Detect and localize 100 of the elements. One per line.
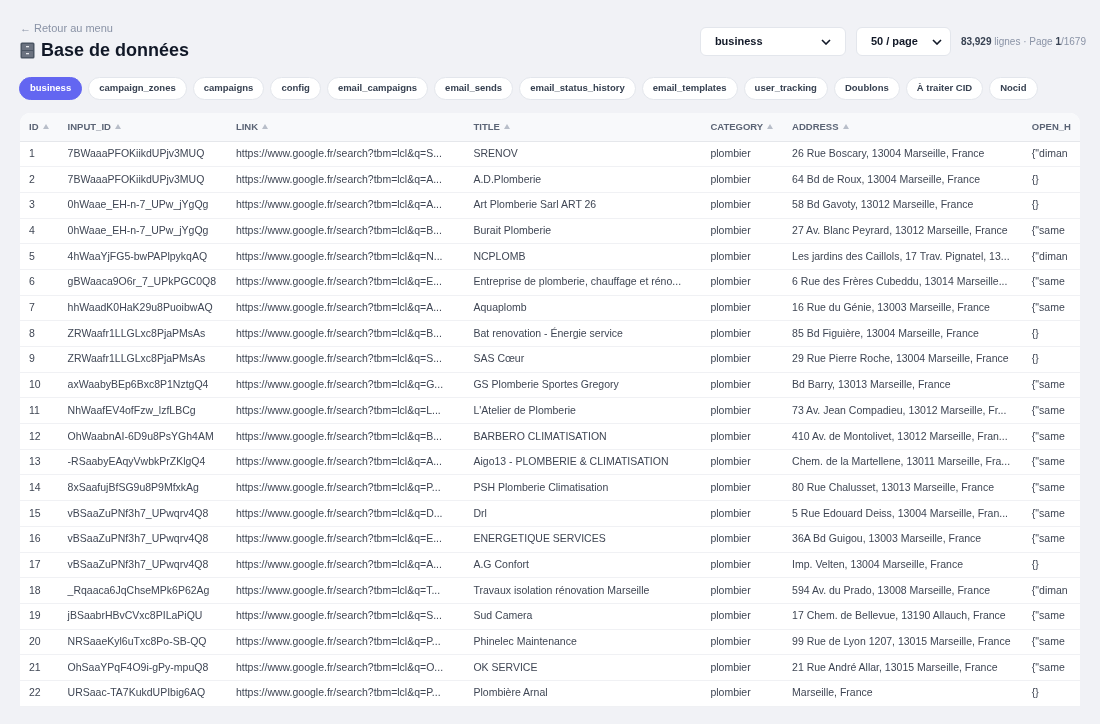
- table-cell: {"same: [1031, 403, 1065, 416]
- sort-icon: [503, 124, 510, 130]
- table-cell: https://www.google.fr/search?tbm=lcl&q=B...: [235, 429, 442, 442]
- table-cell: Phinelec Maintenance: [473, 635, 577, 648]
- table-cell: https://www.google.fr/search?tbm=lcl&q=N...: [235, 249, 443, 262]
- table-cell: https://www.google.fr/search?tbm=lcl&q=O...: [235, 660, 444, 673]
- table-cell: _Rqaaca6JqChseMPk6P62Ag: [67, 583, 210, 596]
- table-cell: plombier: [710, 429, 751, 442]
- table-cell: Art Plomberie Sarl ART 26: [473, 198, 597, 211]
- page-size-select[interactable]: 50 / page: [855, 27, 951, 56]
- table-cell: 64 Bd de Roux, 13004 Marseille, France: [792, 172, 980, 185]
- table-cell: 410 Av. de Montolivet, 13012 Marseille, Fran...: [792, 429, 1008, 442]
- table-cell: https://www.google.fr/search?tbm=lcl&q=E...: [235, 275, 442, 288]
- table-cell: {"same: [1031, 455, 1065, 468]
- table-cell: Bd Barry, 13013 Marseille, France: [792, 378, 951, 391]
- table-cell: https://www.google.fr/search?tbm=lcl&q=S...: [235, 352, 442, 365]
- table-cell: plombier: [710, 301, 751, 314]
- table-cell: plombier: [710, 506, 751, 519]
- table-cell: ZRWaafr1LLGLxc8PjaPMsAs: [67, 326, 206, 339]
- table-tab[interactable]: À traiter CID: [905, 77, 984, 100]
- sort-icon: [114, 124, 121, 130]
- table-cell: {"same: [1031, 480, 1065, 493]
- table-cell: https://www.google.fr/search?tbm=lcl&q=S...: [235, 146, 442, 159]
- table-cell: 99 Rue de Lyon 1207, 13015 Marseille, France: [792, 635, 1011, 648]
- table-cell: 16 Rue du Génie, 13003 Marseille, France: [792, 301, 990, 314]
- table-cell: 16: [29, 532, 41, 545]
- table-cell: https://www.google.fr/search?tbm=lcl&q=A...: [235, 557, 442, 570]
- column-header[interactable]: ADDRESS: [792, 119, 839, 134]
- table-cell: 18: [29, 583, 41, 596]
- sort-icon: [767, 124, 774, 130]
- table-select[interactable]: business: [699, 27, 846, 56]
- table-tab[interactable]: config: [270, 77, 321, 100]
- table-cell: {"same: [1031, 506, 1065, 519]
- table-cell: 80 Rue Chalusset, 13013 Marseille, France: [792, 480, 994, 493]
- record-summary: 83,929 lignes · Page 1/1679: [960, 35, 1086, 49]
- table-cell: 5 Rue Edouard Deiss, 13004 Marseille, Fran...: [792, 506, 1008, 519]
- column-header[interactable]: CATEGORY: [710, 119, 764, 134]
- table-cell: 6 Rue des Frères Cubeddu, 13014 Marseille...: [792, 275, 1008, 288]
- table-cell: ZRWaafr1LLGLxc8PjaPMsAs: [67, 352, 206, 365]
- table-cell: 17: [29, 557, 41, 570]
- table-cell: 12: [29, 429, 41, 442]
- table-tab[interactable]: email_campaigns: [326, 77, 429, 100]
- table-tab[interactable]: email_sends: [434, 77, 514, 100]
- table-cell: plombier: [710, 275, 751, 288]
- table-cell: vBSaaZuPNf3h7_UPwqrv4Q8: [67, 532, 209, 545]
- table-tab[interactable]: campaigns: [192, 77, 265, 100]
- table-cell: Bat renovation - Énergie service: [473, 326, 623, 339]
- table-cell: {}: [1031, 686, 1039, 699]
- table-cell: {}: [1031, 326, 1039, 339]
- table-cell: 0hWaae_EH-n-7_UPw_jYgQg: [67, 224, 209, 237]
- table-cell: SRENOV: [473, 146, 518, 159]
- table-cell: GS Plomberie Sportes Gregory: [473, 378, 619, 391]
- table-tab[interactable]: email_templates: [641, 77, 738, 100]
- table-cell: 27 Av. Blanc Peyrard, 13012 Marseille, France: [792, 224, 1008, 237]
- table-tab[interactable]: campaign_zones: [88, 77, 187, 100]
- table-cell: plombier: [710, 455, 751, 468]
- table-cell: plombier: [710, 403, 751, 416]
- table-cell: {"diman: [1031, 583, 1068, 596]
- table-cell: 8xSaafujBfSG9u8P9MfxkAg: [67, 480, 199, 493]
- column-header[interactable]: INPUT_ID: [67, 119, 111, 134]
- chevron-down-icon: [820, 38, 831, 45]
- table-cell: A.G Confort: [473, 557, 529, 570]
- table-cell: 21: [29, 660, 41, 673]
- table-cell: https://www.google.fr/search?tbm=lcl&q=P...: [235, 480, 441, 493]
- table-cell: plombier: [710, 198, 751, 211]
- table-cell: 5: [29, 249, 35, 262]
- table-cell: {}: [1031, 172, 1039, 185]
- table-cell: jBSaabrHBvCVxc8PILaPiQU: [67, 609, 203, 622]
- table-cell: L'Atelier de Plomberie: [473, 403, 576, 416]
- table-cell: https://www.google.fr/search?tbm=lcl&q=T...: [235, 583, 441, 596]
- sort-icon: [42, 124, 49, 130]
- table-cell: NRSaaeKyl6uTxc8Po-SB-QQ: [67, 635, 207, 648]
- column-header[interactable]: TITLE: [473, 119, 500, 134]
- table-cell: Aigo13 - PLOMBERIE & CLIMATISATION: [473, 455, 669, 468]
- table-cell: plombier: [710, 660, 751, 673]
- table-cell: plombier: [710, 224, 751, 237]
- table-cell: axWaabyBEp6Bxc8P1NztgQ4: [67, 378, 209, 391]
- table-tab[interactable]: user_tracking: [743, 77, 828, 100]
- table-cell: {"same: [1031, 532, 1065, 545]
- column-header[interactable]: ID: [29, 119, 39, 134]
- table-cell: plombier: [710, 609, 751, 622]
- table-cell: {"same: [1031, 609, 1065, 622]
- table-cell: https://www.google.fr/search?tbm=lcl&q=A...: [235, 455, 442, 468]
- column-header[interactable]: LINK: [235, 119, 259, 134]
- table-cell: Aquaplomb: [473, 301, 527, 314]
- table-cell: Chem. de la Martellene, 13011 Marseille, Fra...: [792, 455, 1011, 468]
- table-cell: plombier: [710, 326, 751, 339]
- table-cell: https://www.google.fr/search?tbm=lcl&q=E...: [235, 532, 442, 545]
- table-cell: plombier: [710, 172, 751, 185]
- table-tab[interactable]: Nocid: [989, 77, 1038, 100]
- table-cell: 4hWaaYjFG5-bwPAPlpykqAQ: [67, 249, 208, 262]
- table-cell: 17 Chem. de Bellevue, 13190 Allauch, France: [792, 609, 1006, 622]
- column-header[interactable]: OPEN_H: [1031, 119, 1071, 134]
- table-cell: {"diman: [1031, 249, 1068, 262]
- table-tab[interactable]: email_status_history: [519, 77, 636, 100]
- table-tab[interactable]: Doublons: [833, 77, 900, 100]
- table-cell: 7BWaaaPFOKiikdUPjv3MUQ: [67, 172, 205, 185]
- table-tab[interactable]: business: [19, 77, 83, 100]
- table-cell: {"same: [1031, 378, 1065, 391]
- table-cell: {"same: [1031, 660, 1065, 673]
